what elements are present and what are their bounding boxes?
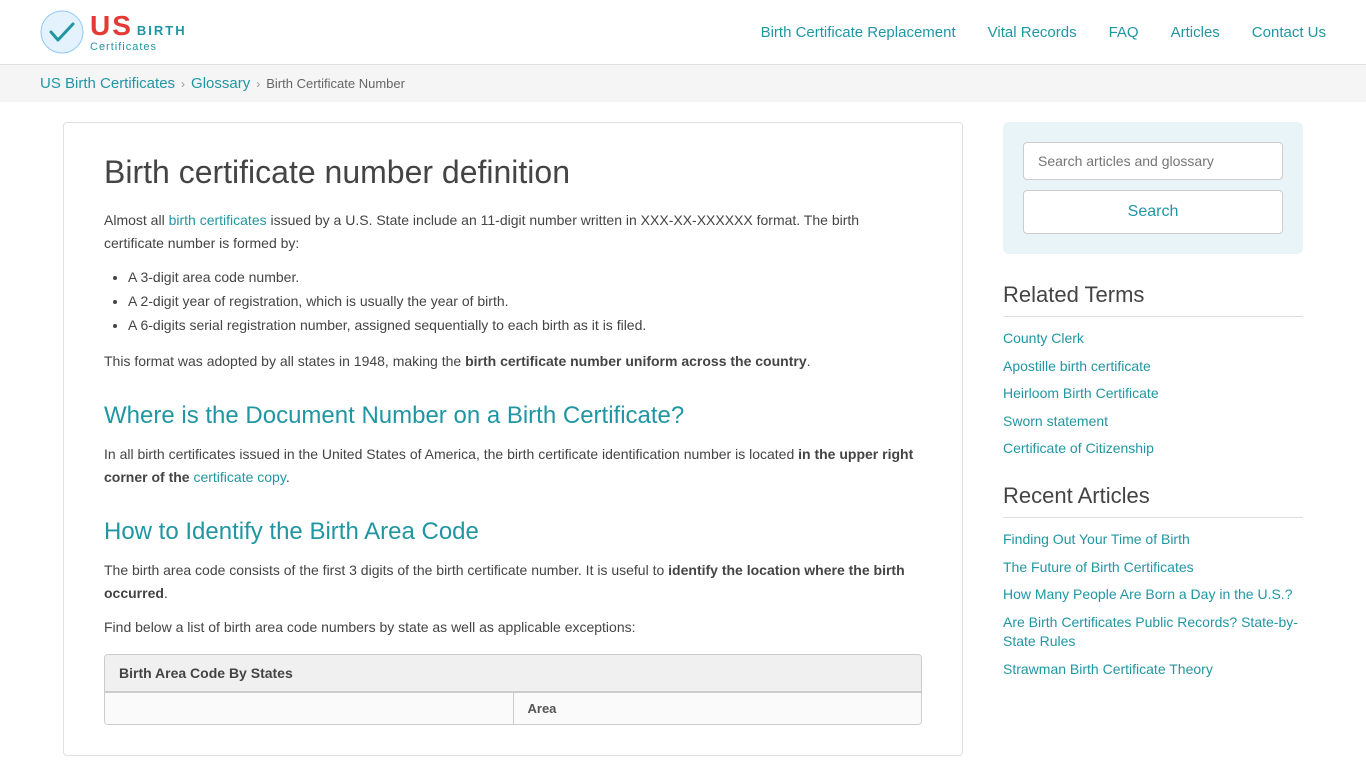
- table-col-state: [105, 692, 514, 724]
- birth-area-code-table: Birth Area Code By States Area: [104, 654, 922, 725]
- search-button[interactable]: Search: [1023, 190, 1283, 234]
- list-item: Certificate of Citizenship: [1003, 439, 1303, 459]
- table-columns: Area: [105, 692, 921, 724]
- recent-articles-heading: Recent Articles: [1003, 483, 1303, 518]
- format-note-bold: birth certificate number uniform across …: [465, 353, 807, 369]
- related-sworn[interactable]: Sworn statement: [1003, 413, 1108, 429]
- section3-suffix: .: [164, 585, 168, 601]
- main-container: Birth certificate number definition Almo…: [23, 102, 1343, 776]
- article-public-records[interactable]: Are Birth Certificates Public Records? S…: [1003, 614, 1298, 650]
- logo-us: US: [90, 11, 133, 42]
- section3-heading: How to Identify the Birth Area Code: [104, 516, 922, 547]
- related-apostille[interactable]: Apostille birth certificate: [1003, 358, 1151, 374]
- bullet-2: A 2-digit year of registration, which is…: [128, 290, 922, 314]
- section3-text2: Find below a list of birth area code num…: [104, 616, 922, 638]
- nav-vital-records[interactable]: Vital Records: [988, 24, 1077, 41]
- breadcrumb-sep1: ›: [181, 77, 185, 91]
- recent-articles-section: Recent Articles Finding Out Your Time of…: [1003, 483, 1303, 680]
- breadcrumb-sep2: ›: [256, 77, 260, 91]
- search-input[interactable]: [1023, 142, 1283, 180]
- list-item: Sworn statement: [1003, 412, 1303, 432]
- related-county-clerk[interactable]: County Clerk: [1003, 330, 1084, 346]
- list-item: Apostille birth certificate: [1003, 357, 1303, 377]
- related-terms-section: Related Terms County Clerk Apostille bir…: [1003, 282, 1303, 459]
- breadcrumb-glossary[interactable]: Glossary: [191, 75, 250, 92]
- format-note-prefix: This format was adopted by all states in…: [104, 353, 465, 369]
- related-terms-list: County Clerk Apostille birth certificate…: [1003, 329, 1303, 459]
- breadcrumb-home[interactable]: US Birth Certificates: [40, 75, 175, 92]
- logo-text: US BIRTH Certificates: [90, 11, 187, 54]
- certificate-copy-link[interactable]: certificate copy: [193, 469, 285, 485]
- article-future[interactable]: The Future of Birth Certificates: [1003, 559, 1194, 575]
- list-item: Strawman Birth Certificate Theory: [1003, 660, 1303, 680]
- intro-paragraph: Almost all birth certificates issued by …: [104, 209, 922, 254]
- list-item: County Clerk: [1003, 329, 1303, 349]
- table-header: Birth Area Code By States: [105, 655, 921, 692]
- logo-certificates: Certificates: [90, 41, 187, 53]
- section2-heading: Where is the Document Number on a Birth …: [104, 400, 922, 431]
- section3-text: The birth area code consists of the firs…: [104, 562, 668, 578]
- birth-certificates-link[interactable]: birth certificates: [169, 212, 267, 228]
- article-finding-out[interactable]: Finding Out Your Time of Birth: [1003, 531, 1190, 547]
- intro-text-prefix: Almost all: [104, 212, 169, 228]
- recent-articles-list: Finding Out Your Time of Birth The Futur…: [1003, 530, 1303, 680]
- site-logo[interactable]: US BIRTH Certificates: [40, 10, 187, 54]
- content-area: Birth certificate number definition Almo…: [63, 122, 963, 756]
- logo-icon: [40, 10, 84, 54]
- related-heirloom[interactable]: Heirloom Birth Certificate: [1003, 385, 1159, 401]
- list-item: How Many People Are Born a Day in the U.…: [1003, 585, 1303, 605]
- article-how-many[interactable]: How Many People Are Born a Day in the U.…: [1003, 586, 1292, 602]
- format-note: This format was adopted by all states in…: [104, 350, 922, 372]
- related-terms-heading: Related Terms: [1003, 282, 1303, 317]
- section2-text-prefix: In all birth certificates issued in the …: [104, 446, 798, 462]
- bullet-3: A 6-digits serial registration number, a…: [128, 314, 922, 338]
- bullet-list: A 3-digit area code number. A 2-digit ye…: [128, 266, 922, 337]
- breadcrumb: US Birth Certificates › Glossary › Birth…: [0, 65, 1366, 102]
- nav-articles[interactable]: Articles: [1171, 24, 1220, 41]
- nav-contact-us[interactable]: Contact Us: [1252, 24, 1326, 41]
- search-box: Search: [1003, 122, 1303, 254]
- related-citizenship[interactable]: Certificate of Citizenship: [1003, 440, 1154, 456]
- list-item: Heirloom Birth Certificate: [1003, 384, 1303, 404]
- list-item: Finding Out Your Time of Birth: [1003, 530, 1303, 550]
- bullet-1: A 3-digit area code number.: [128, 266, 922, 290]
- nav-faq[interactable]: FAQ: [1109, 24, 1139, 41]
- article-strawman[interactable]: Strawman Birth Certificate Theory: [1003, 661, 1213, 677]
- section3-paragraph: The birth area code consists of the firs…: [104, 559, 922, 604]
- page-title: Birth certificate number definition: [104, 153, 922, 191]
- section2-suffix: .: [286, 469, 290, 485]
- site-header: US BIRTH Certificates Birth Certificate …: [0, 0, 1366, 65]
- list-item: The Future of Birth Certificates: [1003, 558, 1303, 578]
- logo-birth: BIRTH: [137, 24, 187, 38]
- table-col-area: Area: [514, 692, 922, 724]
- nav-birth-certificate-replacement[interactable]: Birth Certificate Replacement: [761, 24, 956, 41]
- list-item: Are Birth Certificates Public Records? S…: [1003, 613, 1303, 652]
- sidebar: Search Related Terms County Clerk Aposti…: [1003, 122, 1303, 756]
- main-nav: Birth Certificate Replacement Vital Reco…: [761, 24, 1326, 41]
- format-note-suffix: .: [807, 353, 811, 369]
- breadcrumb-current: Birth Certificate Number: [266, 76, 405, 91]
- section2-paragraph: In all birth certificates issued in the …: [104, 443, 922, 488]
